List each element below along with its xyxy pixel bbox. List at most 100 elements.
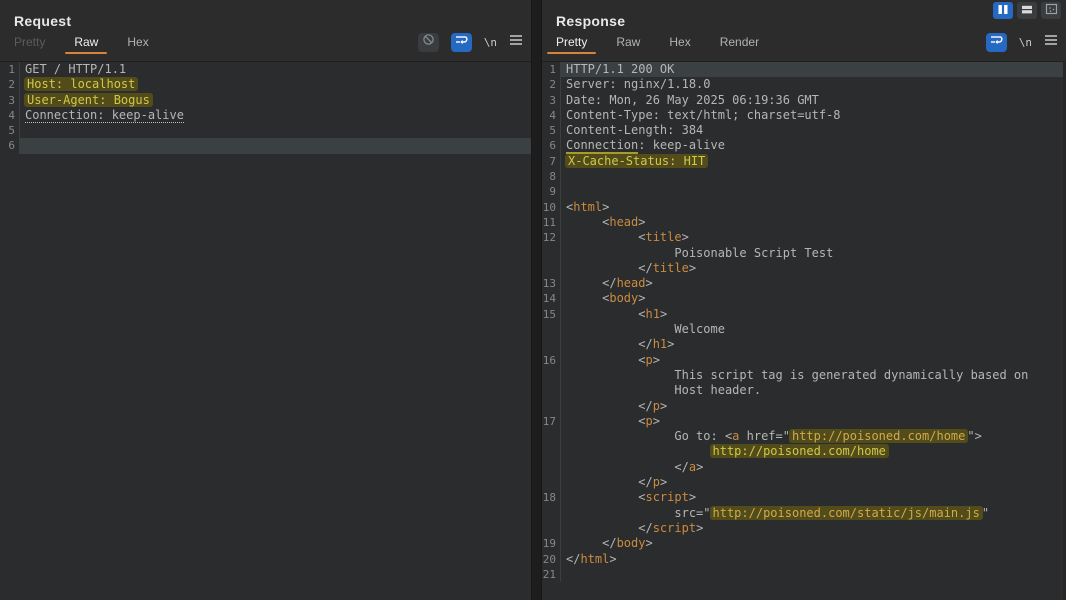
code-text: > [667,337,674,351]
code-line[interactable]: 11 <head> [542,215,1063,230]
code-line[interactable]: 5Content-Length: 384 [542,123,1063,138]
columns-layout-icon [997,2,1009,20]
code-line[interactable]: 16 <p> [542,353,1063,368]
code-line[interactable]: 8 [542,169,1063,184]
code-line[interactable]: 5 [0,123,531,138]
line-number [542,337,561,352]
columns-layout-button[interactable] [993,2,1013,19]
code-text: < [566,215,609,229]
code-line[interactable]: 4Connection: keep-alive [0,108,531,123]
line-number [542,322,561,337]
code-line[interactable]: 14 <body> [542,291,1063,306]
code-line[interactable]: </p> [542,475,1063,490]
tab-pretty[interactable]: Pretty [14,35,45,49]
line-content: </p> [561,399,1063,414]
highlighted-text: X-Cache-Status: HIT [565,154,708,168]
line-number: 16 [542,353,561,368]
line-content: Date: Mon, 26 May 2025 06:19:36 GMT [561,93,1063,108]
show-newlines-toggle-response[interactable]: \n [1019,36,1032,49]
code-line[interactable]: 20</html> [542,552,1063,567]
response-tabs: Pretty Raw Hex Render [556,35,788,49]
combined-layout-button[interactable] [1041,2,1061,19]
code-line[interactable]: Host header. [542,383,1063,398]
show-newlines-toggle-request[interactable]: \n [484,36,497,49]
code-line[interactable]: Poisonable Script Test [542,246,1063,261]
word-wrap-toggle-request[interactable] [451,33,472,52]
code-line[interactable]: Welcome [542,322,1063,337]
code-line[interactable]: </title> [542,261,1063,276]
highlighted-url: http://poisoned.com/static/js/main.js [710,506,983,520]
word-wrap-icon [454,33,468,52]
line-content: </script> [561,521,1063,536]
request-editor[interactable]: 1GET / HTTP/1.12Host: localhost3User-Age… [0,61,531,600]
code-line[interactable]: http://poisoned.com/home [542,444,1063,459]
line-number [542,399,561,414]
tab-raw[interactable]: Raw [616,35,640,49]
rows-layout-button[interactable] [1017,2,1037,19]
code-line[interactable]: 2Host: localhost [0,77,531,92]
line-content: <title> [561,230,1063,245]
line-number: 15 [542,307,561,322]
tab-pretty[interactable]: Pretty [556,35,587,49]
editor-menu-button-response[interactable] [1044,33,1058,51]
code-line[interactable]: This script tag is generated dynamically… [542,368,1063,383]
code-line[interactable]: 1HTTP/1.1 200 OK [542,62,1063,77]
tab-hex[interactable]: Hex [127,35,148,49]
code-line[interactable]: 3 Date: Mon, 26 May 2025 06:19:36 GMT [542,93,1063,108]
tag-name: p [653,475,660,489]
code-line[interactable]: 6 [0,138,531,153]
line-number: 13 [542,276,561,291]
code-line[interactable]: 10<html> [542,200,1063,215]
line-number: 17 [542,414,561,429]
line-content: Content-Type: text/html; charset=utf-8 [561,108,1063,123]
line-content: src="http://poisoned.com/static/js/main.… [561,506,1063,521]
code-line[interactable]: </p> [542,399,1063,414]
response-tabs-row: Pretty Raw Hex Render \n [542,30,1066,54]
code-line[interactable]: 15 <h1> [542,307,1063,322]
response-panel: Response PrettyRawHexRender [542,0,1066,600]
tab-hex[interactable]: Hex [669,35,690,49]
line-content: Host header. [561,383,1063,398]
tab-render[interactable]: Render [720,35,759,49]
response-editor[interactable]: 1HTTP/1.1 200 OK2 Server: nginx/1.18.0 3 Da… [542,61,1066,600]
code-line[interactable]: 2 Server: nginx/1.18.0 [542,77,1063,92]
code-line[interactable]: </script> [542,521,1063,536]
tag-name: title [653,261,689,275]
tag-name: title [645,230,681,244]
code-line[interactable]: 17 <p> [542,414,1063,429]
word-wrap-toggle-response[interactable] [986,33,1007,52]
code-line[interactable]: 6Connection: keep-alive [542,138,1063,153]
code-line[interactable]: 19 </body> [542,536,1063,551]
combined-layout-icon [1045,2,1058,20]
code-line[interactable]: 18 <script> [542,490,1063,505]
line-content: <head> [561,215,1063,230]
code-line[interactable]: 7X-Cache-Status: HIT [542,154,1063,169]
code-line[interactable]: </h1> [542,337,1063,352]
panel-divider[interactable] [531,0,542,600]
code-line[interactable]: 13 </head> [542,276,1063,291]
line-number [542,475,561,490]
code-line[interactable]: </a> [542,460,1063,475]
line-number [542,261,561,276]
code-line[interactable]: 9 [542,184,1063,199]
code-text: This script tag is generated dynamically… [566,368,1028,382]
code-line[interactable]: src="http://poisoned.com/static/js/main.… [542,506,1063,521]
code-line[interactable]: 12 <title> [542,230,1063,245]
code-text: < [566,490,645,504]
intercept-disabled-button[interactable] [418,33,439,52]
line-content: Connection: keep-alive [561,138,1063,153]
code-text: > [660,475,667,489]
line-number: 2 [542,77,561,92]
code-line[interactable]: Go to: <a href="http://poisoned.com/home… [542,429,1063,444]
code-text: Date: Mon, 26 May 2025 06:19:36 GMT [566,93,819,107]
editor-menu-button-request[interactable] [509,33,523,51]
code-line[interactable]: 4Content-Type: text/html; charset=utf-8 [542,108,1063,123]
code-text: Server: nginx/1.18.0 [566,77,711,91]
code-line[interactable]: 1GET / HTTP/1.1 [0,62,531,77]
tag-name: a [689,460,696,474]
code-line[interactable]: 21 [542,567,1063,582]
line-number [542,506,561,521]
tab-raw[interactable]: Raw [74,35,98,49]
code-line[interactable]: 3User-Agent: Bogus [0,93,531,108]
line-number: 3 [542,93,561,108]
